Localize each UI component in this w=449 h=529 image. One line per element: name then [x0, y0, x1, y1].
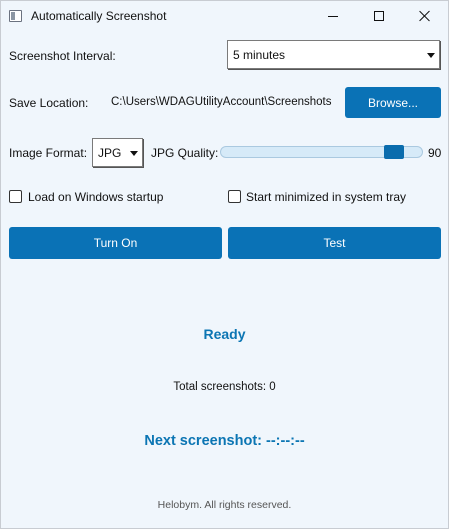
- next-screenshot: Next screenshot: --:--:--: [144, 433, 305, 449]
- interval-label: Screenshot Interval:: [9, 49, 116, 63]
- tray-checkbox-label[interactable]: Start minimized in system tray: [246, 190, 406, 204]
- turn-on-button[interactable]: Turn On: [9, 227, 222, 259]
- image-format-label: Image Format:: [9, 146, 88, 160]
- total-screenshots: Total screenshots: 0: [173, 381, 276, 393]
- image-format-select[interactable]: JPG: [92, 138, 143, 167]
- title-bar[interactable]: Automatically Screenshot: [1, 1, 448, 31]
- tray-checkbox[interactable]: [228, 190, 241, 203]
- jpg-quality-label: JPG Quality:: [151, 146, 219, 160]
- startup-checkbox-label[interactable]: Load on Windows startup: [28, 190, 163, 204]
- close-button[interactable]: [402, 1, 448, 31]
- minimize-button[interactable]: [310, 1, 356, 31]
- close-icon: [419, 10, 431, 22]
- jpg-quality-slider-thumb[interactable]: [384, 145, 404, 159]
- interval-select[interactable]: 5 minutes: [227, 40, 440, 69]
- chevron-down-icon: [130, 150, 138, 156]
- test-button[interactable]: Test: [228, 227, 441, 259]
- maximize-icon: [374, 11, 384, 21]
- minimize-icon: [328, 15, 338, 17]
- interval-selected-value: 5 minutes: [233, 47, 286, 62]
- window-title: Automatically Screenshot: [31, 9, 167, 23]
- app-window-icon: [9, 10, 22, 22]
- save-location-label: Save Location:: [9, 96, 89, 110]
- startup-checkbox[interactable]: [9, 190, 22, 203]
- app-window: Automatically Screenshot Screenshot Inte…: [0, 0, 449, 529]
- chevron-down-icon: [427, 52, 435, 58]
- browse-button[interactable]: Browse...: [345, 87, 441, 118]
- footer-copyright: Helobym. All rights reserved.: [157, 499, 292, 511]
- jpg-quality-value: 90: [428, 146, 442, 160]
- status-text: Ready: [203, 326, 246, 342]
- maximize-button[interactable]: [356, 1, 402, 31]
- save-location-path: C:\Users\WDAGUtilityAccount\Screenshots: [111, 96, 332, 108]
- image-format-selected-value: JPG: [98, 145, 122, 160]
